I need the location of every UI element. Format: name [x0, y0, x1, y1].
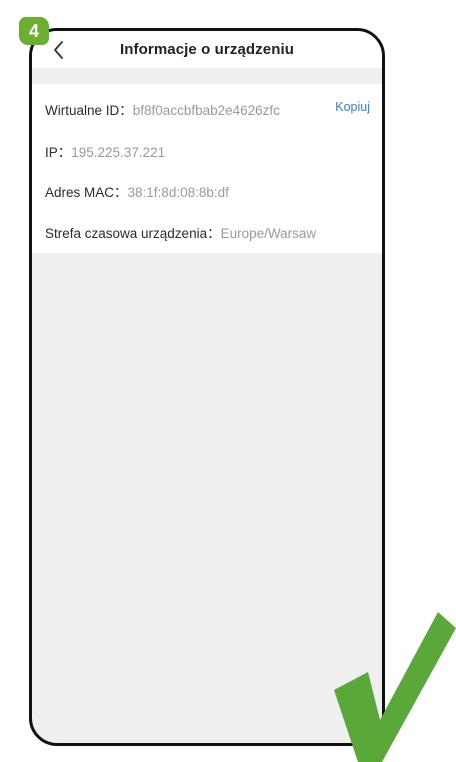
ip-label: IP：: [45, 145, 72, 160]
timezone-value: Europe/Warsaw: [220, 226, 317, 241]
info-row-ip: IP：195.225.37.221: [45, 141, 370, 161]
copy-button[interactable]: Kopiuj: [335, 100, 370, 114]
info-row-timezone: Strefa czasowa urządzenia：Europe/Warsaw: [45, 222, 370, 242]
step-number-badge: 4: [19, 17, 49, 45]
section-divider: [32, 68, 382, 84]
checkmark-icon: [334, 612, 456, 762]
virtual-id-label: Wirtualne ID：: [45, 103, 133, 118]
mac-label: Adres MAC：: [45, 185, 128, 200]
top-header-bar: Informacje o urządzeniu: [32, 31, 382, 68]
device-info-list: Wirtualne ID：bf8f0accbfbab2e4626zfc Kopi…: [32, 84, 382, 253]
virtual-id-value: bf8f0accbfbab2e4626zfc: [132, 103, 280, 118]
mac-value: 38:1f:8d:08:8b:df: [127, 185, 229, 200]
ip-value: 195.225.37.221: [71, 145, 166, 160]
page-title: Informacje o urządzeniu: [120, 41, 294, 58]
screenshot-canvas: 4 Informacje o urządzeniu Wirtualne ID：b…: [0, 0, 456, 762]
info-row-virtual-id: Wirtualne ID：bf8f0accbfbab2e4626zfc: [45, 99, 370, 119]
info-row-mac: Adres MAC：38:1f:8d:08:8b:df: [45, 181, 370, 201]
timezone-label: Strefa czasowa urządzenia：: [45, 226, 221, 241]
